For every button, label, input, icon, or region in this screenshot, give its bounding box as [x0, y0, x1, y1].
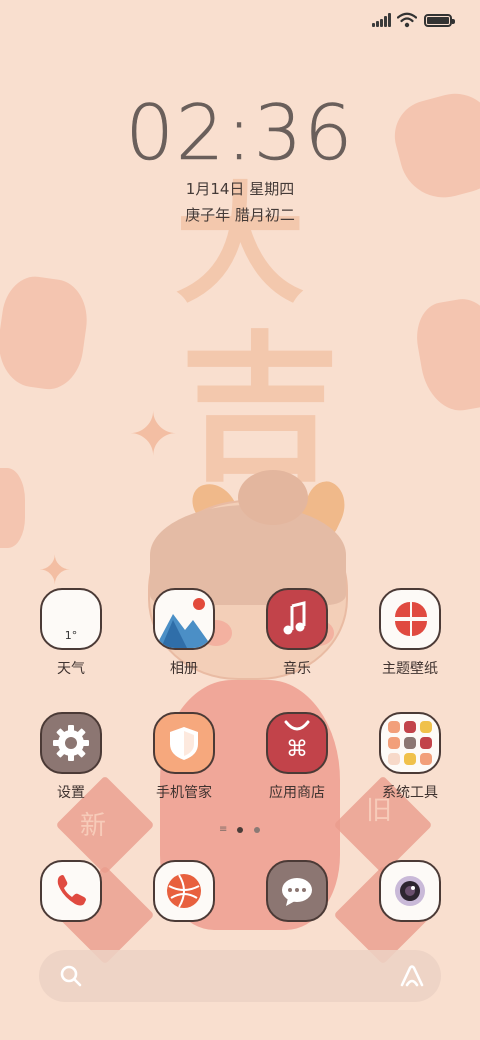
- assistant-icon[interactable]: [399, 963, 425, 993]
- page-indicator[interactable]: ≡: [0, 825, 480, 835]
- app-label: 主题壁纸: [382, 661, 438, 677]
- app-label: 应用商店: [269, 785, 325, 801]
- app-label: 设置: [57, 785, 85, 801]
- messages-icon[interactable]: [266, 860, 328, 922]
- app-weather[interactable]: 1° 天气: [21, 588, 121, 678]
- camera-icon[interactable]: [379, 860, 441, 922]
- clock-date: 1月14日 星期四: [185, 180, 295, 198]
- music-icon[interactable]: [266, 588, 328, 650]
- dock-phone[interactable]: [21, 860, 121, 922]
- themes-icon[interactable]: [379, 588, 441, 650]
- svg-text:⌘: ⌘: [286, 737, 308, 762]
- phone-icon[interactable]: [40, 860, 102, 922]
- page-dot[interactable]: [254, 827, 260, 833]
- app-music[interactable]: 音乐: [247, 588, 347, 678]
- battery-icon: [424, 14, 455, 27]
- app-settings[interactable]: 设置: [21, 712, 121, 802]
- security-shield-icon[interactable]: [153, 712, 215, 774]
- app-store[interactable]: ⌘ 应用商店: [247, 712, 347, 802]
- weather-temperature: 1°: [64, 629, 78, 642]
- app-label: 天气: [57, 661, 85, 677]
- wallpaper-banner-text: 新: [80, 811, 107, 841]
- page-dot-active[interactable]: [237, 827, 243, 833]
- wallpaper-envelope: [411, 293, 480, 417]
- browser-icon[interactable]: [153, 860, 215, 922]
- app-gallery[interactable]: 相册: [134, 588, 234, 678]
- dock-messages[interactable]: [247, 860, 347, 922]
- app-label: 相册: [170, 661, 198, 677]
- search-icon[interactable]: [59, 964, 83, 992]
- search-bar[interactable]: [39, 950, 441, 1002]
- clock-lunar-date: 庚子年 腊月初二: [185, 206, 295, 224]
- page-list-icon[interactable]: ≡: [219, 825, 227, 835]
- app-label: 系统工具: [382, 785, 438, 801]
- weather-icon[interactable]: 1°: [40, 588, 102, 650]
- folder-system-tools[interactable]: 系统工具: [360, 712, 460, 802]
- app-store-icon[interactable]: ⌘: [266, 712, 328, 774]
- app-security[interactable]: 手机管家: [134, 712, 234, 802]
- app-label: 手机管家: [156, 785, 212, 801]
- settings-gear-icon[interactable]: [40, 712, 102, 774]
- wifi-icon: [396, 12, 418, 28]
- system-tools-folder-icon[interactable]: [379, 712, 441, 774]
- dock-camera[interactable]: [360, 860, 460, 922]
- wallpaper-envelope: [0, 468, 25, 548]
- app-label: 音乐: [283, 661, 311, 677]
- clock-time[interactable]: 02:36: [0, 88, 480, 178]
- signal-icon: [372, 13, 392, 27]
- gallery-icon[interactable]: [153, 588, 215, 650]
- app-themes[interactable]: 主题壁纸: [360, 588, 460, 678]
- wallpaper-girl-bun: [238, 470, 308, 525]
- status-bar: [0, 0, 480, 40]
- wallpaper-envelope: [0, 272, 93, 394]
- wallpaper-star: ✦: [128, 400, 179, 470]
- dock-browser[interactable]: [134, 860, 234, 922]
